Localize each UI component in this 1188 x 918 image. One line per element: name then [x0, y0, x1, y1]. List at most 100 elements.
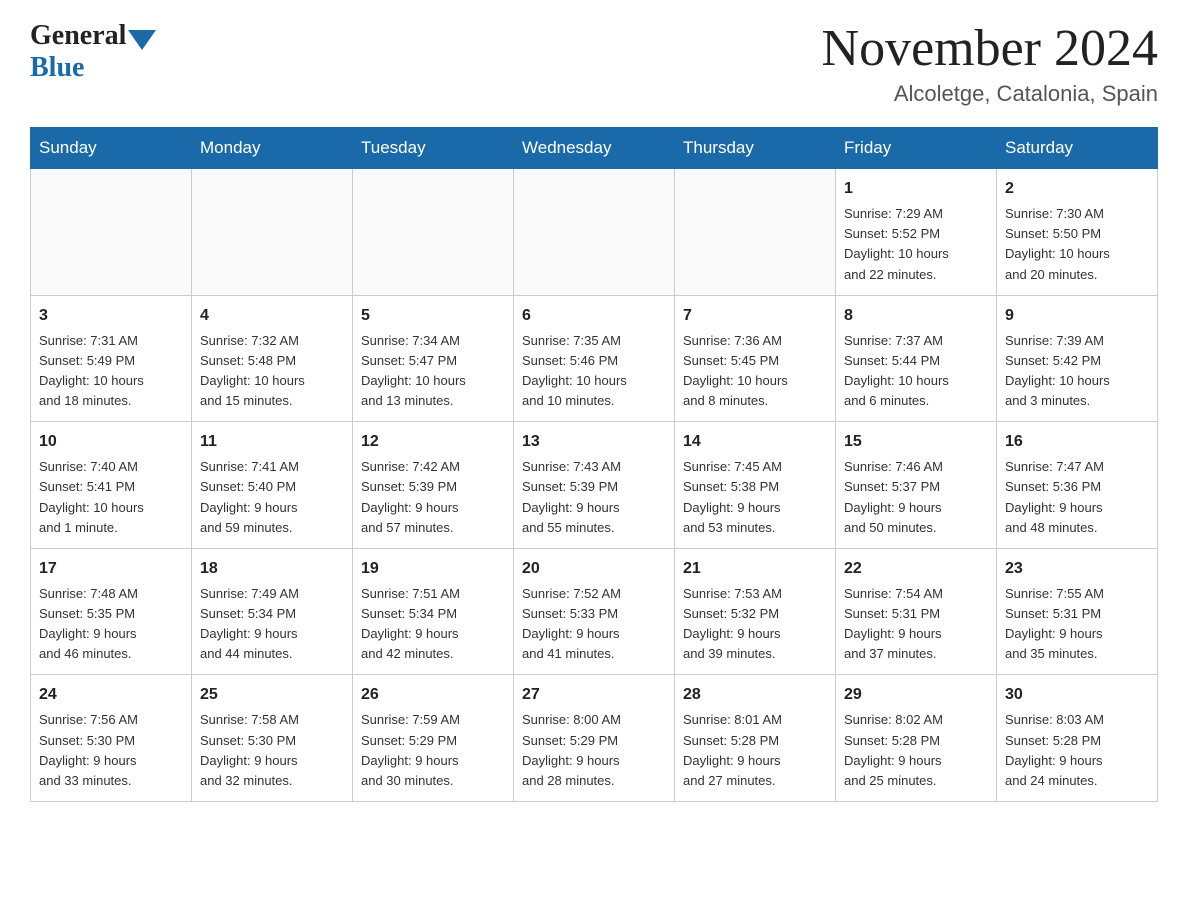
day-number: 4 — [200, 304, 344, 328]
calendar-cell: 17Sunrise: 7:48 AM Sunset: 5:35 PM Dayli… — [31, 548, 192, 675]
week-row-5: 24 Sunrise: 7:56 AM Sunset: 5:30 PM Dayli… — [31, 675, 1158, 802]
title-block: November 2024 Alcoletge, Catalonia, Spai… — [822, 20, 1158, 107]
page-header: General Blue November 2024 Alcoletge, Ca… — [30, 20, 1158, 107]
day-info: Sunrise: 7:46 AM Sunset: 5:37 PM Dayligh… — [844, 457, 988, 538]
day-info: Sunrise: 7:54 AM Sunset: 5:31 PM Dayligh… — [844, 584, 988, 665]
day-info: Sunrise: 7:39 AM Sunset: 5:42 PM Dayligh… — [1005, 331, 1149, 412]
calendar-cell: 21 Sunrise: 7:53 AM Sunset: 5:32 PM Dayli… — [675, 548, 836, 675]
calendar-cell: 19 Sunrise: 7:51 AM Sunset: 5:34 PM Dayli… — [353, 548, 514, 675]
day-number: 23 — [1005, 557, 1149, 581]
day-number: 21 — [683, 557, 827, 581]
day-number: 22 — [844, 557, 988, 581]
day-number: 14 — [683, 430, 827, 454]
calendar-cell: 26Sunrise: 7:59 AM Sunset: 5:29 PM Dayli… — [353, 675, 514, 802]
calendar-cell: 4 Sunrise: 7:32 AM Sunset: 5:48 PM Daylig… — [192, 295, 353, 422]
day-info: Sunrise: 8:00 AM Sunset: 5:29 PM Dayligh… — [522, 710, 666, 791]
calendar-cell: 15 Sunrise: 7:46 AM Sunset: 5:37 PM Dayli… — [836, 422, 997, 549]
day-number: 3 — [39, 304, 183, 328]
day-number: 7 — [683, 304, 827, 328]
calendar-cell: 9Sunrise: 7:39 AM Sunset: 5:42 PM Daylig… — [997, 295, 1158, 422]
logo-arrow-icon — [128, 30, 156, 50]
day-info: Sunrise: 7:34 AM Sunset: 5:47 PM Dayligh… — [361, 331, 505, 412]
calendar-cell: 22 Sunrise: 7:54 AM Sunset: 5:31 PM Dayli… — [836, 548, 997, 675]
calendar-cell: 8 Sunrise: 7:37 AM Sunset: 5:44 PM Daylig… — [836, 295, 997, 422]
day-info: Sunrise: 7:55 AM Sunset: 5:31 PM Dayligh… — [1005, 584, 1149, 665]
day-info: Sunrise: 8:02 AM Sunset: 5:28 PM Dayligh… — [844, 710, 988, 791]
day-number: 18 — [200, 557, 344, 581]
calendar-cell: 10 Sunrise: 7:40 AM Sunset: 5:41 PM Dayli… — [31, 422, 192, 549]
day-info: Sunrise: 8:03 AM Sunset: 5:28 PM Dayligh… — [1005, 710, 1149, 791]
day-number: 8 — [844, 304, 988, 328]
calendar-cell: 18 Sunrise: 7:49 AM Sunset: 5:34 PM Dayli… — [192, 548, 353, 675]
day-info: Sunrise: 7:52 AM Sunset: 5:33 PM Dayligh… — [522, 584, 666, 665]
day-number: 15 — [844, 430, 988, 454]
calendar-cell: 11 Sunrise: 7:41 AM Sunset: 5:40 PM Dayli… — [192, 422, 353, 549]
calendar-cell — [675, 169, 836, 296]
calendar-cell: 28Sunrise: 8:01 AM Sunset: 5:28 PM Dayli… — [675, 675, 836, 802]
day-info: Sunrise: 7:53 AM Sunset: 5:32 PM Dayligh… — [683, 584, 827, 665]
logo: General Blue — [30, 20, 156, 84]
weekday-header-friday: Friday — [836, 128, 997, 169]
day-number: 28 — [683, 683, 827, 707]
calendar-cell: 5Sunrise: 7:34 AM Sunset: 5:47 PM Daylig… — [353, 295, 514, 422]
calendar-cell: 2Sunrise: 7:30 AM Sunset: 5:50 PM Daylig… — [997, 169, 1158, 296]
week-row-4: 17Sunrise: 7:48 AM Sunset: 5:35 PM Dayli… — [31, 548, 1158, 675]
weekday-header-tuesday: Tuesday — [353, 128, 514, 169]
day-info: Sunrise: 7:40 AM Sunset: 5:41 PM Dayligh… — [39, 457, 183, 538]
day-number: 1 — [844, 177, 988, 201]
location-text: Alcoletge, Catalonia, Spain — [822, 81, 1158, 107]
calendar-cell: 12 Sunrise: 7:42 AM Sunset: 5:39 PM Dayli… — [353, 422, 514, 549]
day-info: Sunrise: 7:49 AM Sunset: 5:34 PM Dayligh… — [200, 584, 344, 665]
day-number: 27 — [522, 683, 666, 707]
day-info: Sunrise: 7:42 AM Sunset: 5:39 PM Dayligh… — [361, 457, 505, 538]
day-info: Sunrise: 7:56 AM Sunset: 5:30 PM Dayligh… — [39, 710, 183, 791]
day-number: 29 — [844, 683, 988, 707]
day-info: Sunrise: 7:47 AM Sunset: 5:36 PM Dayligh… — [1005, 457, 1149, 538]
day-number: 25 — [200, 683, 344, 707]
day-number: 13 — [522, 430, 666, 454]
weekday-header-monday: Monday — [192, 128, 353, 169]
day-number: 17 — [39, 557, 183, 581]
day-number: 2 — [1005, 177, 1149, 201]
day-number: 19 — [361, 557, 505, 581]
calendar-cell: 14 Sunrise: 7:45 AM Sunset: 5:38 PM Dayli… — [675, 422, 836, 549]
day-info: Sunrise: 7:41 AM Sunset: 5:40 PM Dayligh… — [200, 457, 344, 538]
calendar-cell: 13 Sunrise: 7:43 AM Sunset: 5:39 PM Dayli… — [514, 422, 675, 549]
logo-blue-text: Blue — [30, 52, 84, 84]
calendar-table: SundayMondayTuesdayWednesdayThursdayFrid… — [30, 127, 1158, 802]
day-info: Sunrise: 7:31 AM Sunset: 5:49 PM Dayligh… — [39, 331, 183, 412]
calendar-cell: 7 Sunrise: 7:36 AM Sunset: 5:45 PM Daylig… — [675, 295, 836, 422]
calendar-cell — [31, 169, 192, 296]
day-number: 10 — [39, 430, 183, 454]
calendar-cell: 16 Sunrise: 7:47 AM Sunset: 5:36 PM Dayli… — [997, 422, 1158, 549]
calendar-cell: 3 Sunrise: 7:31 AM Sunset: 5:49 PM Daylig… — [31, 295, 192, 422]
week-row-2: 3 Sunrise: 7:31 AM Sunset: 5:49 PM Daylig… — [31, 295, 1158, 422]
day-info: Sunrise: 7:43 AM Sunset: 5:39 PM Dayligh… — [522, 457, 666, 538]
calendar-cell: 29 Sunrise: 8:02 AM Sunset: 5:28 PM Dayli… — [836, 675, 997, 802]
day-number: 12 — [361, 430, 505, 454]
calendar-cell: 6Sunrise: 7:35 AM Sunset: 5:46 PM Daylig… — [514, 295, 675, 422]
weekday-header-thursday: Thursday — [675, 128, 836, 169]
weekday-header-sunday: Sunday — [31, 128, 192, 169]
day-info: Sunrise: 7:45 AM Sunset: 5:38 PM Dayligh… — [683, 457, 827, 538]
calendar-cell: 24 Sunrise: 7:56 AM Sunset: 5:30 PM Dayli… — [31, 675, 192, 802]
week-row-1: 1Sunrise: 7:29 AM Sunset: 5:52 PM Daylig… — [31, 169, 1158, 296]
month-title: November 2024 — [822, 20, 1158, 77]
calendar-cell — [192, 169, 353, 296]
day-info: Sunrise: 7:32 AM Sunset: 5:48 PM Dayligh… — [200, 331, 344, 412]
calendar-cell: 25Sunrise: 7:58 AM Sunset: 5:30 PM Dayli… — [192, 675, 353, 802]
week-row-3: 10 Sunrise: 7:40 AM Sunset: 5:41 PM Dayli… — [31, 422, 1158, 549]
weekday-header-saturday: Saturday — [997, 128, 1158, 169]
day-number: 16 — [1005, 430, 1149, 454]
day-info: Sunrise: 7:59 AM Sunset: 5:29 PM Dayligh… — [361, 710, 505, 791]
day-number: 11 — [200, 430, 344, 454]
weekday-header-wednesday: Wednesday — [514, 128, 675, 169]
day-info: Sunrise: 7:37 AM Sunset: 5:44 PM Dayligh… — [844, 331, 988, 412]
day-info: Sunrise: 7:51 AM Sunset: 5:34 PM Dayligh… — [361, 584, 505, 665]
day-number: 24 — [39, 683, 183, 707]
day-info: Sunrise: 7:35 AM Sunset: 5:46 PM Dayligh… — [522, 331, 666, 412]
day-info: Sunrise: 7:36 AM Sunset: 5:45 PM Dayligh… — [683, 331, 827, 412]
day-number: 20 — [522, 557, 666, 581]
calendar-cell: 23 Sunrise: 7:55 AM Sunset: 5:31 PM Dayli… — [997, 548, 1158, 675]
calendar-cell: 30Sunrise: 8:03 AM Sunset: 5:28 PM Dayli… — [997, 675, 1158, 802]
